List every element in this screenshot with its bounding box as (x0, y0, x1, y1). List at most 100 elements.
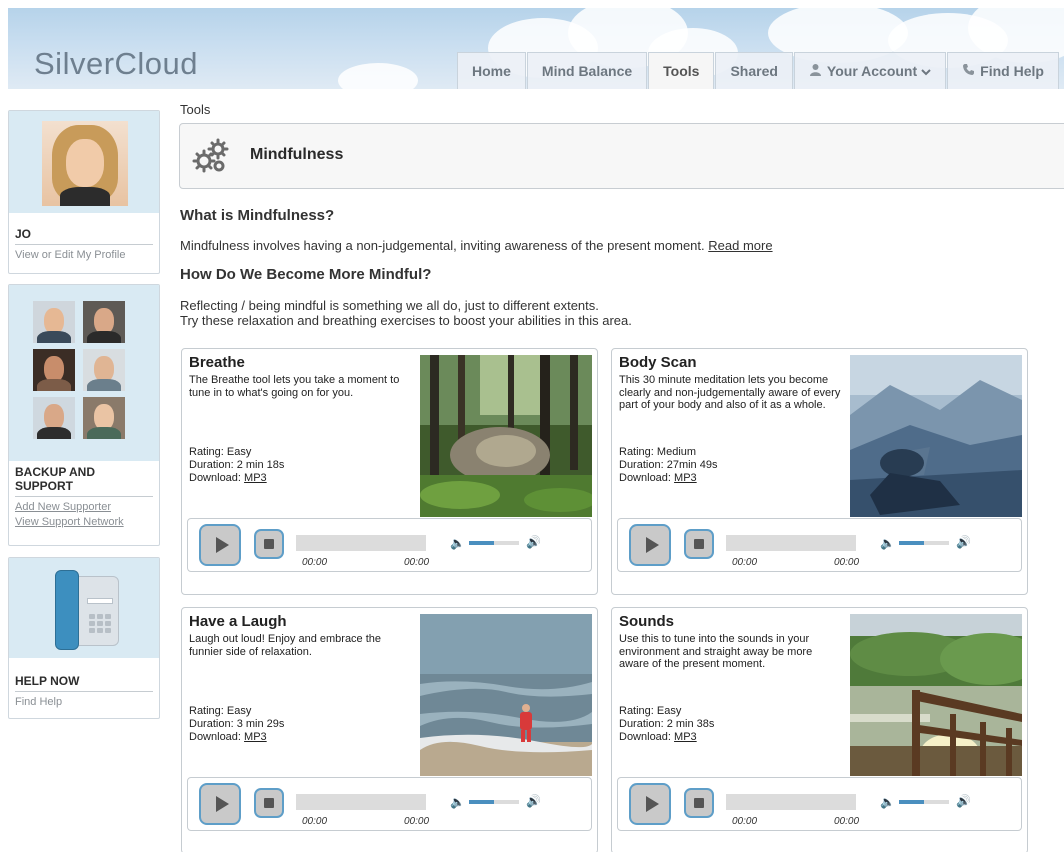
read-more-link[interactable]: Read more (708, 238, 772, 253)
progress-bar[interactable] (296, 535, 426, 551)
add-supporter-link[interactable]: Add New Supporter (9, 501, 159, 513)
download-mp3-link[interactable]: MP3 (244, 472, 267, 484)
exercise-description: Laugh out loud! Enjoy and embrace the fu… (189, 633, 382, 658)
duration-row: Duration: 2 min 18s (189, 459, 284, 472)
supporter-avatar[interactable] (83, 349, 125, 391)
volume-low-icon[interactable]: 🔈 (880, 536, 895, 550)
download-mp3-link[interactable]: MP3 (674, 731, 697, 743)
nav-tab-tools[interactable]: Tools (648, 52, 715, 89)
nav-tab-your-account[interactable]: Your Account (793, 52, 947, 89)
divider (15, 244, 153, 245)
stop-button[interactable] (684, 788, 714, 818)
exercise-title: Have a Laugh (189, 613, 287, 630)
rating-label: Rating: (189, 446, 227, 458)
duration-value: 2 min 18s (236, 459, 285, 471)
help-heading: HELP NOW (15, 674, 80, 688)
duration-label: Duration: (619, 459, 667, 471)
divider (15, 496, 153, 497)
volume-level (469, 541, 494, 545)
find-help-link[interactable]: Find Help (9, 696, 159, 708)
volume-high-icon[interactable]: 🔊 (526, 535, 541, 549)
cloud-decoration (338, 63, 418, 89)
page-title: Mindfulness (250, 146, 344, 163)
play-button[interactable] (199, 524, 241, 566)
duration-label: Duration: (189, 459, 237, 471)
download-label: Download: (189, 731, 245, 743)
beach-child-image (420, 614, 592, 776)
nav-tab-label: Find Help (980, 63, 1044, 79)
exercise-card-have-a-laugh: Have a Laugh Laugh out loud! Enjoy and e… (181, 607, 598, 852)
nav-tab-mind-balance[interactable]: Mind Balance (526, 52, 648, 89)
progress-bar[interactable] (296, 794, 426, 810)
volume-slider[interactable] (899, 800, 949, 804)
nav-tab-find-help[interactable]: Find Help (947, 52, 1059, 89)
volume-slider[interactable] (469, 800, 519, 804)
exercise-title: Breathe (189, 354, 245, 371)
rating-value: Easy (226, 446, 252, 458)
exercise-description: This 30 minute meditation lets you becom… (619, 374, 841, 411)
download-mp3-link[interactable]: MP3 (674, 472, 697, 484)
main-nav: Home Mind Balance Tools Shared Your Acco… (456, 52, 1059, 89)
download-mp3-link[interactable]: MP3 (244, 731, 267, 743)
audio-player: 00:00 00:00 🔈 🔊 (617, 777, 1022, 831)
nav-tab-home[interactable]: Home (457, 52, 526, 89)
breadcrumb[interactable]: Tools (180, 102, 210, 117)
rating-row: Rating: Medium (619, 446, 717, 459)
divider (15, 691, 153, 692)
avatar[interactable] (42, 121, 128, 206)
stop-button[interactable] (254, 529, 284, 559)
exercise-meta: Rating: Easy Duration: 3 min 29s Downloa… (189, 705, 284, 744)
volume-low-icon[interactable]: 🔈 (880, 795, 895, 809)
progress-bar[interactable] (726, 794, 856, 810)
play-button[interactable] (629, 783, 671, 825)
nav-tab-label: Shared (730, 63, 778, 79)
download-row: Download: MP3 (189, 731, 284, 744)
exercise-meta: Rating: Medium Duration: 27min 49s Downl… (619, 446, 717, 485)
support-card: BACKUP AND SUPPORT Add New Supporter Vie… (8, 284, 160, 546)
volume-high-icon[interactable]: 🔊 (526, 794, 541, 808)
telephone-icon[interactable] (49, 570, 121, 650)
edit-profile-link[interactable]: View or Edit My Profile (9, 249, 159, 261)
play-button[interactable] (629, 524, 671, 566)
gears-icon (192, 136, 230, 174)
what-heading: What is Mindfulness? (180, 207, 335, 224)
profile-name: JO (15, 227, 32, 241)
play-button[interactable] (199, 783, 241, 825)
rating-value: Medium (656, 446, 697, 458)
exercise-title: Body Scan (619, 354, 697, 371)
nav-tab-label: Mind Balance (541, 63, 633, 79)
silvercloud-logo[interactable]: SilverCloud (34, 46, 198, 82)
volume-slider[interactable] (469, 541, 519, 545)
volume-slider[interactable] (899, 541, 949, 545)
volume-high-icon[interactable]: 🔊 (956, 535, 971, 549)
user-icon (809, 63, 822, 79)
view-support-network-link[interactable]: View Support Network (9, 516, 159, 528)
nav-tab-shared[interactable]: Shared (715, 52, 793, 89)
volume-level (899, 800, 924, 804)
stop-button[interactable] (684, 529, 714, 559)
profile-card: JO View or Edit My Profile (8, 110, 160, 274)
audio-player: 00:00 00:00 🔈 🔊 (187, 777, 592, 831)
supporter-avatar[interactable] (83, 397, 125, 439)
volume-low-icon[interactable]: 🔈 (450, 795, 465, 809)
supporter-avatar[interactable] (33, 301, 75, 343)
supporter-avatar[interactable] (33, 349, 75, 391)
chevron-down-icon (921, 63, 931, 79)
what-text: Mindfulness involves having a non-judgem… (180, 238, 773, 253)
duration-label: Duration: (189, 718, 237, 730)
stop-button[interactable] (254, 788, 284, 818)
progress-bar[interactable] (726, 535, 856, 551)
duration-value: 3 min 29s (236, 718, 285, 730)
audio-player: 00:00 00:00 🔈 🔊 (187, 518, 592, 572)
current-time: 00:00 (302, 816, 328, 827)
download-row: Download: MP3 (189, 472, 284, 485)
volume-high-icon[interactable]: 🔊 (956, 794, 971, 808)
download-label: Download: (189, 472, 245, 484)
supporter-avatar[interactable] (33, 397, 75, 439)
exercise-title: Sounds (619, 613, 674, 630)
download-row: Download: MP3 (619, 472, 717, 485)
volume-low-icon[interactable]: 🔈 (450, 536, 465, 550)
volume-level (469, 800, 494, 804)
total-time: 00:00 (404, 816, 430, 827)
supporter-avatar[interactable] (83, 301, 125, 343)
